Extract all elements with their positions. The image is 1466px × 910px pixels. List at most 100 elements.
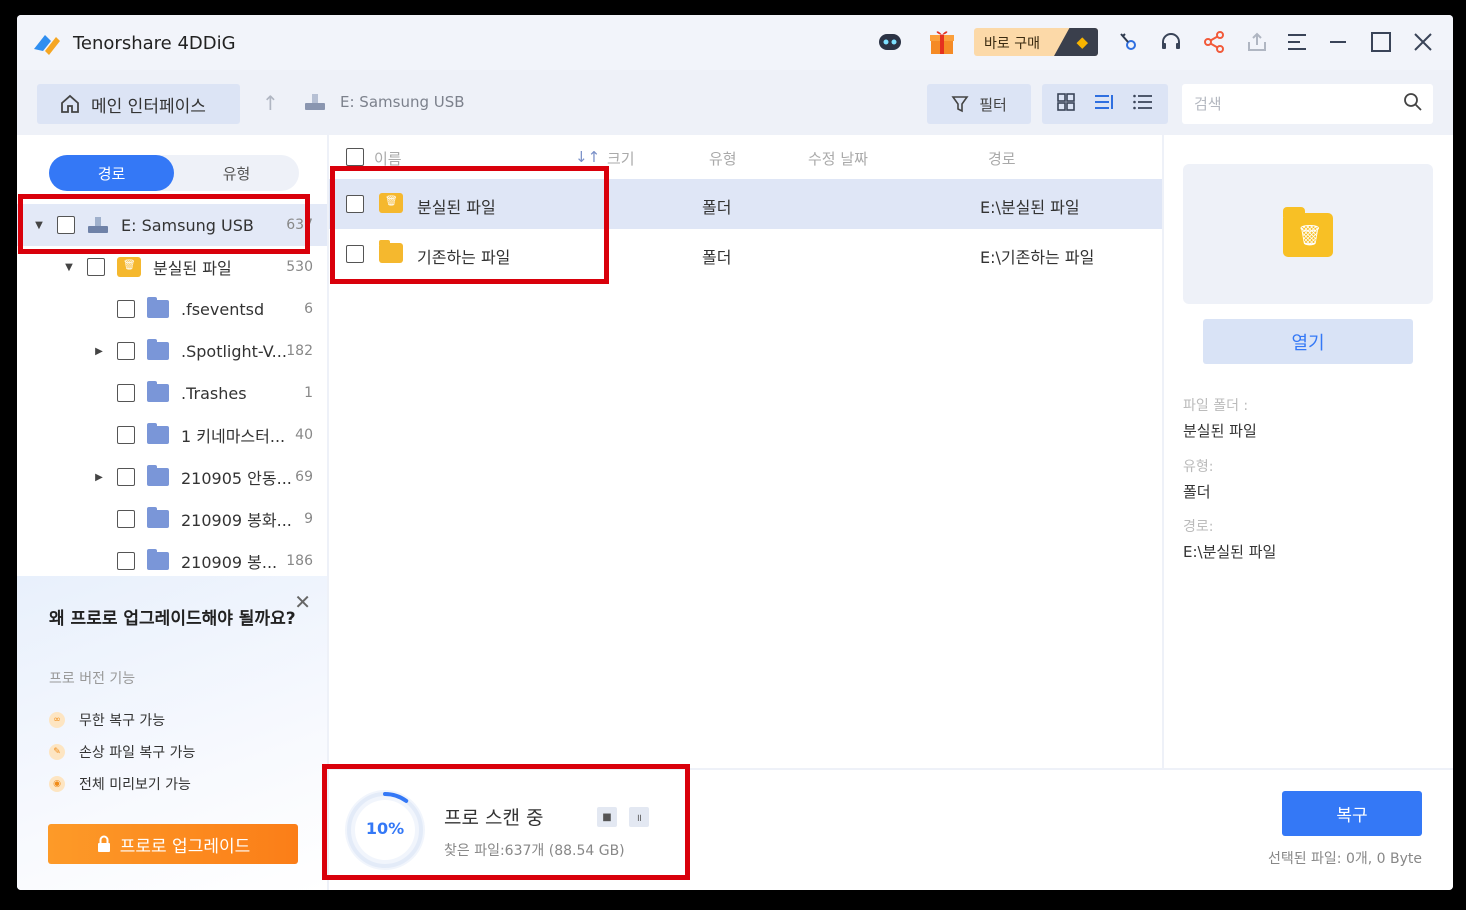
- close-icon[interactable]: [1408, 27, 1438, 57]
- folder-icon: [147, 423, 169, 444]
- grid-view-icon[interactable]: [1056, 92, 1076, 117]
- search-box: [1182, 84, 1433, 124]
- breadcrumb: E: Samsung USB: [304, 92, 465, 112]
- feature-item: ✎ 손상 파일 복구 가능: [49, 742, 195, 762]
- usb-drive-icon: [88, 217, 108, 233]
- folder-icon: [147, 339, 169, 360]
- tree-item-count: 186: [286, 553, 313, 569]
- checkbox[interactable]: [117, 426, 135, 444]
- minimize-icon[interactable]: [1323, 27, 1353, 57]
- tree-item[interactable]: ▶ .Spotlight-V... 182: [17, 330, 327, 372]
- checkbox[interactable]: [117, 384, 135, 402]
- checkbox[interactable]: [346, 195, 364, 213]
- tab-type[interactable]: 유형: [174, 155, 299, 191]
- menu-icon[interactable]: [1282, 27, 1312, 57]
- folder-icon: [147, 297, 169, 318]
- feature-item: ∞ 무한 복구 가능: [49, 710, 165, 730]
- pause-button[interactable]: ॥: [629, 807, 649, 827]
- tree-item[interactable]: .Trashes 1: [17, 372, 327, 414]
- tree-item-lost-files[interactable]: ▼ 분실된 파일 530: [17, 246, 327, 288]
- collapse-icon[interactable]: ▼: [33, 220, 45, 231]
- scan-found: 찾은 파일:637개 (88.54 GB): [444, 843, 625, 859]
- collapse-icon[interactable]: ▼: [63, 262, 75, 273]
- share-icon[interactable]: [1199, 27, 1229, 57]
- export-icon[interactable]: [1242, 27, 1272, 57]
- robot-icon[interactable]: [875, 27, 905, 57]
- upgrade-promo: ✕ 왜 프로로 업그레이드해야 될까요? 프로 버전 기능 ∞ 무한 복구 가능…: [17, 576, 327, 890]
- tree-item-count: 530: [286, 259, 313, 275]
- usb-drive-icon: [305, 94, 325, 110]
- tree-item-label: .fseventsd: [181, 299, 265, 319]
- checkbox[interactable]: [117, 510, 135, 528]
- feature-item: ◉ 전체 미리보기 가능: [49, 774, 191, 794]
- tree-item-drive[interactable]: ▼ E: Samsung USB 637: [17, 204, 327, 246]
- sort-icon[interactable]: ↓↑: [575, 148, 600, 166]
- row-name: 기존하는 파일: [417, 248, 511, 267]
- tab-path[interactable]: 경로: [49, 155, 174, 191]
- lock-icon: [97, 835, 110, 852]
- tree-item-count: 182: [286, 343, 313, 359]
- key-icon[interactable]: [1113, 27, 1143, 57]
- checkbox[interactable]: [117, 300, 135, 318]
- up-arrow-icon[interactable]: ↑: [262, 91, 279, 115]
- home-label: 메인 인터페이스: [91, 96, 206, 117]
- table-row[interactable]: 기존하는 파일 폴더 E:\기존하는 파일: [329, 229, 1162, 279]
- app-title: Tenorshare 4DDiG: [73, 33, 236, 54]
- upgrade-label: 프로로 업그레이드: [119, 836, 251, 857]
- headset-icon[interactable]: [1156, 27, 1186, 57]
- lost-folder-icon: [379, 193, 403, 213]
- filter-button[interactable]: 필터: [927, 84, 1031, 124]
- buy-now-button[interactable]: 바로 구매 ◆: [974, 28, 1098, 56]
- upgrade-button[interactable]: 프로로 업그레이드: [48, 824, 298, 864]
- left-panel: 경로 유형 ▼ E: Samsung USB 637 ▼ 분실된 파일 530 …: [17, 135, 327, 890]
- checkbox[interactable]: [117, 552, 135, 570]
- breadcrumb-drive[interactable]: E: Samsung USB: [340, 93, 465, 111]
- select-all-checkbox[interactable]: [346, 148, 364, 166]
- gift-icon[interactable]: [927, 27, 957, 57]
- search-icon[interactable]: [1403, 92, 1423, 117]
- path-value: E:\분실된 파일: [1183, 543, 1277, 561]
- tree-item[interactable]: 210909 봉화... 9: [17, 498, 327, 540]
- home-button[interactable]: 메인 인터페이스: [37, 84, 240, 124]
- detail-view-icon[interactable]: [1132, 92, 1154, 117]
- column-name[interactable]: 이름: [374, 148, 402, 169]
- folder-icon: [147, 507, 169, 528]
- checkbox[interactable]: [87, 258, 105, 276]
- checkbox[interactable]: [346, 245, 364, 263]
- tree-item[interactable]: ▶ 210905 안동... 69: [17, 456, 327, 498]
- table-row[interactable]: 분실된 파일 폴더 E:\분실된 파일: [329, 179, 1162, 229]
- tree-item-label: E: Samsung USB: [121, 215, 254, 235]
- home-icon: [61, 94, 79, 113]
- expand-icon[interactable]: ▶: [93, 346, 105, 357]
- column-path[interactable]: 경로: [988, 148, 1016, 169]
- search-input[interactable]: [1182, 84, 1392, 124]
- expand-icon[interactable]: ▶: [93, 472, 105, 483]
- column-size[interactable]: 크기: [607, 148, 635, 169]
- stop-button[interactable]: ■: [597, 807, 617, 827]
- selection-info: 선택된 파일: 0개, 0 Byte: [1267, 851, 1422, 867]
- recover-button[interactable]: 복구: [1282, 791, 1422, 836]
- path-label: 경로:: [1183, 519, 1214, 535]
- list-view-icon[interactable]: [1093, 92, 1115, 117]
- tree-item-label: 분실된 파일: [153, 259, 232, 278]
- tree-item-label: 210909 봉화...: [181, 511, 292, 530]
- open-button[interactable]: 열기: [1203, 319, 1413, 364]
- wrench-icon: ✎: [49, 744, 65, 760]
- view-toggle: 경로 유형: [49, 155, 299, 191]
- column-type[interactable]: 유형: [709, 148, 737, 169]
- filter-icon: [951, 96, 969, 113]
- checkbox[interactable]: [117, 342, 135, 360]
- maximize-icon[interactable]: [1366, 27, 1396, 57]
- column-modified[interactable]: 수정 날짜: [808, 148, 868, 169]
- checkbox[interactable]: [117, 468, 135, 486]
- row-type: 폴더: [702, 248, 732, 267]
- tree-item[interactable]: 1 키네마스터... 40: [17, 414, 327, 456]
- promo-heading: 왜 프로로 업그레이드해야 될까요?: [49, 609, 296, 629]
- lost-folder-icon: 🗑: [1283, 207, 1333, 257]
- preview-area: 🗑: [1183, 164, 1433, 304]
- checkbox[interactable]: [57, 216, 75, 234]
- tree-item[interactable]: .fseventsd 6: [17, 288, 327, 330]
- tree-item-count: 6: [304, 301, 313, 317]
- tree-item-label: .Trashes: [181, 383, 247, 403]
- promo-subtitle: 프로 버전 기능: [49, 671, 136, 687]
